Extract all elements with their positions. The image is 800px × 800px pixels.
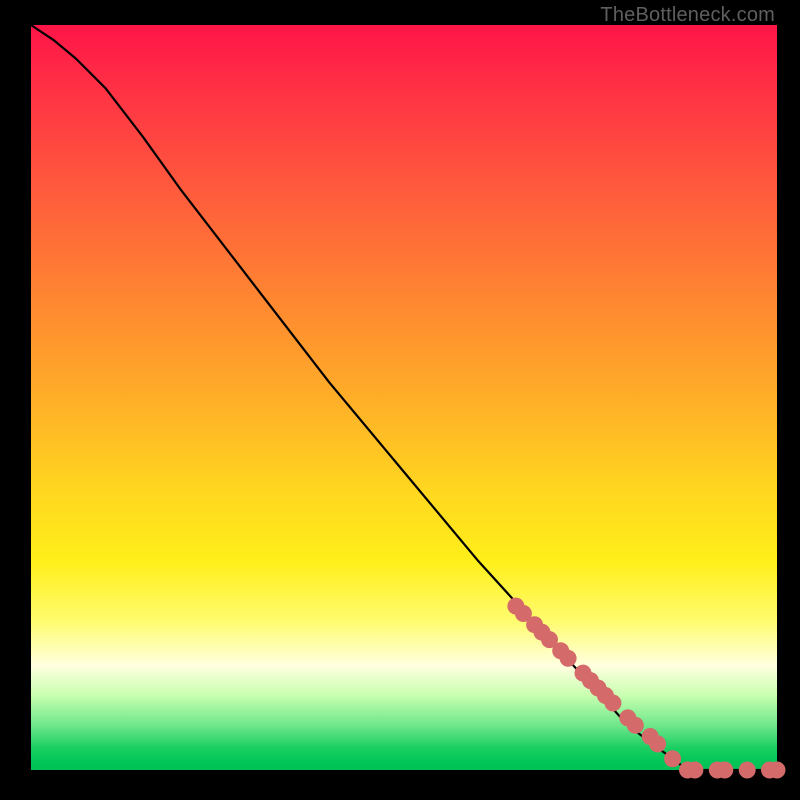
data-point	[716, 762, 733, 779]
data-point	[664, 750, 681, 767]
data-point	[739, 762, 756, 779]
data-point	[649, 735, 666, 752]
data-point	[604, 695, 621, 712]
data-points	[507, 598, 785, 779]
attribution-label: TheBottleneck.com	[600, 4, 775, 27]
data-point	[769, 762, 786, 779]
data-point	[686, 762, 703, 779]
chart-frame: TheBottleneck.com	[0, 0, 800, 800]
chart-overlay	[31, 25, 777, 770]
bottleneck-curve-path	[31, 25, 777, 770]
data-point	[627, 717, 644, 734]
bottleneck-curve	[31, 25, 777, 770]
data-point	[560, 650, 577, 667]
